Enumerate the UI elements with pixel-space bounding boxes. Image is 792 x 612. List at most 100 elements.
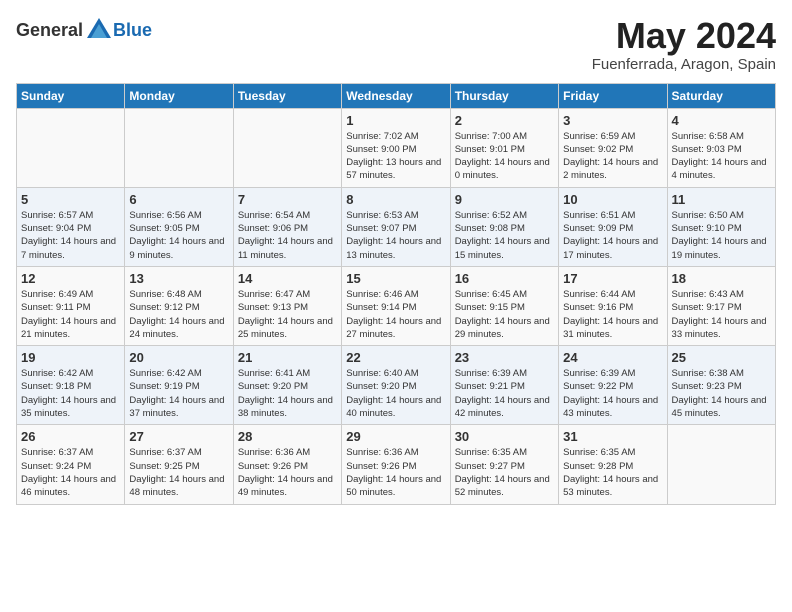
day-number: 20 <box>129 350 228 365</box>
header-day-tuesday: Tuesday <box>233 83 341 108</box>
day-info: Sunrise: 6:37 AM Sunset: 9:24 PM Dayligh… <box>21 446 120 499</box>
calendar-cell: 10 Sunrise: 6:51 AM Sunset: 9:09 PM Dayli… <box>559 187 667 266</box>
calendar-cell: 30 Sunrise: 6:35 AM Sunset: 9:27 PM Dayli… <box>450 425 558 504</box>
day-number: 7 <box>238 192 337 207</box>
day-number: 25 <box>672 350 771 365</box>
day-info: Sunrise: 6:46 AM Sunset: 9:14 PM Dayligh… <box>346 288 445 341</box>
calendar-table: SundayMondayTuesdayWednesdayThursdayFrid… <box>16 83 776 505</box>
calendar-cell: 19 Sunrise: 6:42 AM Sunset: 9:18 PM Dayli… <box>17 346 125 425</box>
day-number: 19 <box>21 350 120 365</box>
month-title: May 2024 <box>592 16 776 56</box>
day-info: Sunrise: 6:42 AM Sunset: 9:19 PM Dayligh… <box>129 367 228 420</box>
calendar-cell <box>17 108 125 187</box>
week-row-4: 19 Sunrise: 6:42 AM Sunset: 9:18 PM Dayli… <box>17 346 776 425</box>
day-number: 17 <box>563 271 662 286</box>
calendar-cell: 25 Sunrise: 6:38 AM Sunset: 9:23 PM Dayli… <box>667 346 775 425</box>
day-number: 30 <box>455 429 554 444</box>
calendar-cell: 1 Sunrise: 7:02 AM Sunset: 9:00 PM Daylig… <box>342 108 450 187</box>
logo-icon <box>85 16 113 44</box>
day-info: Sunrise: 6:53 AM Sunset: 9:07 PM Dayligh… <box>346 209 445 262</box>
day-number: 2 <box>455 113 554 128</box>
day-number: 22 <box>346 350 445 365</box>
day-number: 4 <box>672 113 771 128</box>
calendar-cell: 17 Sunrise: 6:44 AM Sunset: 9:16 PM Dayli… <box>559 266 667 345</box>
day-info: Sunrise: 6:49 AM Sunset: 9:11 PM Dayligh… <box>21 288 120 341</box>
calendar-cell: 12 Sunrise: 6:49 AM Sunset: 9:11 PM Dayli… <box>17 266 125 345</box>
calendar-cell: 20 Sunrise: 6:42 AM Sunset: 9:19 PM Dayli… <box>125 346 233 425</box>
day-info: Sunrise: 6:50 AM Sunset: 9:10 PM Dayligh… <box>672 209 771 262</box>
calendar-cell: 18 Sunrise: 6:43 AM Sunset: 9:17 PM Dayli… <box>667 266 775 345</box>
calendar-cell <box>667 425 775 504</box>
day-number: 24 <box>563 350 662 365</box>
header-day-sunday: Sunday <box>17 83 125 108</box>
header-day-monday: Monday <box>125 83 233 108</box>
day-number: 6 <box>129 192 228 207</box>
logo: General Blue <box>16 16 152 44</box>
day-info: Sunrise: 6:39 AM Sunset: 9:21 PM Dayligh… <box>455 367 554 420</box>
day-info: Sunrise: 6:43 AM Sunset: 9:17 PM Dayligh… <box>672 288 771 341</box>
day-number: 14 <box>238 271 337 286</box>
calendar-cell: 15 Sunrise: 6:46 AM Sunset: 9:14 PM Dayli… <box>342 266 450 345</box>
week-row-1: 1 Sunrise: 7:02 AM Sunset: 9:00 PM Daylig… <box>17 108 776 187</box>
calendar-cell: 16Sunrise: 6:45 AM Sunset: 9:15 PM Dayli… <box>450 266 558 345</box>
calendar-cell: 24 Sunrise: 6:39 AM Sunset: 9:22 PM Dayli… <box>559 346 667 425</box>
day-number: 18 <box>672 271 771 286</box>
day-number: 28 <box>238 429 337 444</box>
calendar-cell: 21 Sunrise: 6:41 AM Sunset: 9:20 PM Dayli… <box>233 346 341 425</box>
day-info: Sunrise: 6:57 AM Sunset: 9:04 PM Dayligh… <box>21 209 120 262</box>
day-number: 10 <box>563 192 662 207</box>
calendar-cell <box>233 108 341 187</box>
logo-general: General <box>16 20 83 41</box>
day-number: 23 <box>455 350 554 365</box>
day-info: Sunrise: 6:52 AM Sunset: 9:08 PM Dayligh… <box>455 209 554 262</box>
calendar-cell: 6 Sunrise: 6:56 AM Sunset: 9:05 PM Daylig… <box>125 187 233 266</box>
day-number: 11 <box>672 192 771 207</box>
week-row-3: 12 Sunrise: 6:49 AM Sunset: 9:11 PM Dayli… <box>17 266 776 345</box>
day-number: 13 <box>129 271 228 286</box>
week-row-5: 26Sunrise: 6:37 AM Sunset: 9:24 PM Dayli… <box>17 425 776 504</box>
header-day-friday: Friday <box>559 83 667 108</box>
day-number: 31 <box>563 429 662 444</box>
calendar-cell: 14Sunrise: 6:47 AM Sunset: 9:13 PM Dayli… <box>233 266 341 345</box>
day-number: 21 <box>238 350 337 365</box>
day-number: 9 <box>455 192 554 207</box>
day-info: Sunrise: 6:40 AM Sunset: 9:20 PM Dayligh… <box>346 367 445 420</box>
day-info: Sunrise: 6:36 AM Sunset: 9:26 PM Dayligh… <box>238 446 337 499</box>
calendar-cell: 9 Sunrise: 6:52 AM Sunset: 9:08 PM Daylig… <box>450 187 558 266</box>
day-info: Sunrise: 7:00 AM Sunset: 9:01 PM Dayligh… <box>455 130 554 183</box>
day-number: 15 <box>346 271 445 286</box>
calendar-cell: 23 Sunrise: 6:39 AM Sunset: 9:21 PM Dayli… <box>450 346 558 425</box>
day-info: Sunrise: 6:44 AM Sunset: 9:16 PM Dayligh… <box>563 288 662 341</box>
day-info: Sunrise: 6:51 AM Sunset: 9:09 PM Dayligh… <box>563 209 662 262</box>
day-number: 29 <box>346 429 445 444</box>
calendar-cell: 27Sunrise: 6:37 AM Sunset: 9:25 PM Dayli… <box>125 425 233 504</box>
title-area: May 2024 Fuenferrada, Aragon, Spain <box>592 16 776 73</box>
header-day-wednesday: Wednesday <box>342 83 450 108</box>
calendar-cell: 3Sunrise: 6:59 AM Sunset: 9:02 PM Daylig… <box>559 108 667 187</box>
day-info: Sunrise: 6:59 AM Sunset: 9:02 PM Dayligh… <box>563 130 662 183</box>
day-info: Sunrise: 6:48 AM Sunset: 9:12 PM Dayligh… <box>129 288 228 341</box>
day-info: Sunrise: 6:39 AM Sunset: 9:22 PM Dayligh… <box>563 367 662 420</box>
day-number: 8 <box>346 192 445 207</box>
calendar-cell: 2 Sunrise: 7:00 AM Sunset: 9:01 PM Daylig… <box>450 108 558 187</box>
calendar-cell: 28 Sunrise: 6:36 AM Sunset: 9:26 PM Dayli… <box>233 425 341 504</box>
day-info: Sunrise: 6:35 AM Sunset: 9:27 PM Dayligh… <box>455 446 554 499</box>
day-info: Sunrise: 6:38 AM Sunset: 9:23 PM Dayligh… <box>672 367 771 420</box>
day-number: 5 <box>21 192 120 207</box>
day-info: Sunrise: 6:45 AM Sunset: 9:15 PM Dayligh… <box>455 288 554 341</box>
calendar-cell: 4 Sunrise: 6:58 AM Sunset: 9:03 PM Daylig… <box>667 108 775 187</box>
day-info: Sunrise: 6:42 AM Sunset: 9:18 PM Dayligh… <box>21 367 120 420</box>
day-info: Sunrise: 6:41 AM Sunset: 9:20 PM Dayligh… <box>238 367 337 420</box>
calendar-cell: 31 Sunrise: 6:35 AM Sunset: 9:28 PM Dayli… <box>559 425 667 504</box>
day-number: 12 <box>21 271 120 286</box>
day-info: Sunrise: 6:35 AM Sunset: 9:28 PM Dayligh… <box>563 446 662 499</box>
calendar-cell: 5 Sunrise: 6:57 AM Sunset: 9:04 PM Daylig… <box>17 187 125 266</box>
day-info: Sunrise: 6:58 AM Sunset: 9:03 PM Dayligh… <box>672 130 771 183</box>
calendar-cell: 29 Sunrise: 6:36 AM Sunset: 9:26 PM Dayli… <box>342 425 450 504</box>
day-info: Sunrise: 7:02 AM Sunset: 9:00 PM Dayligh… <box>346 130 445 183</box>
logo-blue: Blue <box>113 20 152 41</box>
day-info: Sunrise: 6:36 AM Sunset: 9:26 PM Dayligh… <box>346 446 445 499</box>
day-number: 1 <box>346 113 445 128</box>
day-info: Sunrise: 6:56 AM Sunset: 9:05 PM Dayligh… <box>129 209 228 262</box>
header: General Blue May 2024 Fuenferrada, Arago… <box>16 16 776 73</box>
